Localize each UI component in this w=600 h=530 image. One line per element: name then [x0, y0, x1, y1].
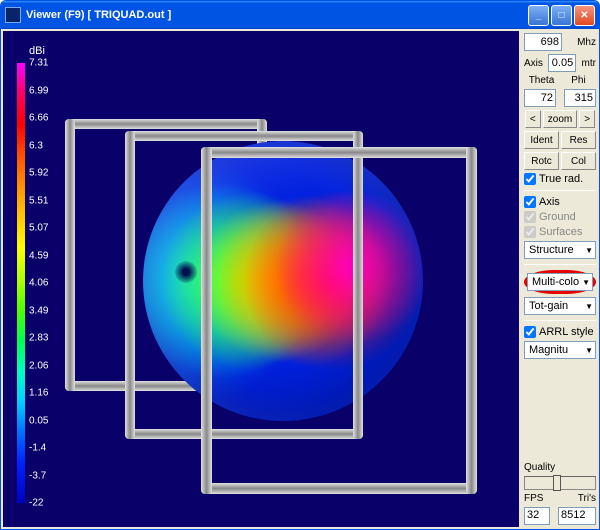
scale-tick: 2.06 [29, 360, 48, 371]
scale-tick: 5.51 [29, 195, 48, 206]
scale-tick: 4.59 [29, 250, 48, 261]
app-icon [5, 7, 21, 23]
color-scale-bar [17, 63, 25, 503]
divider [524, 190, 596, 191]
antenna-tube [201, 147, 212, 494]
divider [524, 320, 596, 321]
quality-label: Quality [524, 462, 596, 473]
window-buttons: _ □ ✕ [528, 5, 595, 26]
tris-value: 8512 [558, 507, 596, 525]
scale-tick: 5.92 [29, 168, 48, 179]
radiation-pattern-sphere [143, 141, 423, 421]
phi-label: Phi [561, 75, 596, 86]
highlight-annotation: Multi-colo▼ [524, 270, 596, 294]
fps-value: 32 [524, 507, 550, 525]
chevron-down-icon: ▼ [585, 246, 593, 255]
frequency-input[interactable] [524, 33, 562, 51]
chevron-down-icon: ▼ [585, 346, 593, 355]
scale-tick: 6.66 [29, 113, 48, 124]
tris-label: Tri's [561, 493, 596, 504]
divider [524, 264, 596, 265]
scale-tick: -3.7 [29, 470, 46, 481]
axis-unit-label: mtr [582, 58, 596, 69]
theta-input[interactable] [524, 89, 556, 107]
scale-tick: -1.4 [29, 443, 46, 454]
scale-tick: 1.16 [29, 388, 48, 399]
app-window: Viewer (F9) [ TRIQUAD.out ] _ □ ✕ dBi 7.… [0, 0, 600, 530]
antenna-tube [65, 119, 267, 129]
antenna-tube [65, 119, 75, 391]
scale-tick: 0.05 [29, 415, 48, 426]
frequency-unit-label: Mhz [577, 37, 596, 48]
zoom-in-button[interactable]: > [579, 110, 595, 128]
axis-input[interactable] [548, 54, 576, 72]
control-sidebar: Mhz Axis mtr Theta Phi < zoom > Ident [521, 29, 599, 529]
slider-thumb[interactable] [553, 475, 561, 491]
fps-label: FPS [524, 493, 559, 504]
rotc-button[interactable]: Rotc [524, 152, 559, 170]
zoom-label-button[interactable]: zoom [543, 110, 577, 128]
scale-tick: 6.3 [29, 140, 43, 151]
scale-tick: -22 [29, 498, 43, 509]
content-area: dBi 7.31 6.99 6.66 6.3 5.92 5.51 5.07 4.59 4.06 3… [1, 29, 599, 529]
phi-input[interactable] [564, 89, 596, 107]
col-button[interactable]: Col [561, 152, 596, 170]
antenna-tube [125, 131, 135, 439]
maximize-button[interactable]: □ [551, 5, 572, 26]
antenna-tube [466, 147, 477, 494]
antenna-tube [125, 131, 363, 141]
ground-checkbox: Ground [524, 211, 596, 223]
close-button[interactable]: ✕ [574, 5, 595, 26]
axis-checkbox[interactable]: Axis [524, 196, 596, 208]
true-rad-checkbox[interactable]: True rad. [524, 173, 596, 185]
zoom-out-button[interactable]: < [525, 110, 541, 128]
antenna-tube [201, 483, 477, 494]
res-button[interactable]: Res [561, 131, 596, 149]
antenna-tube [201, 147, 477, 158]
scale-tick: 6.99 [29, 85, 48, 96]
axis-label: Axis [524, 58, 543, 69]
titlebar[interactable]: Viewer (F9) [ TRIQUAD.out ] _ □ ✕ [1, 1, 599, 29]
chevron-down-icon: ▼ [582, 278, 590, 287]
3d-viewport[interactable]: dBi 7.31 6.99 6.66 6.3 5.92 5.51 5.07 4.59 4.06 3… [3, 31, 519, 527]
antenna-tube [353, 131, 363, 439]
scale-tick: 2.83 [29, 333, 48, 344]
antenna-tube [125, 429, 363, 439]
gain-type-select[interactable]: Tot-gain▼ [524, 297, 596, 315]
scale-unit-label: dBi [29, 45, 45, 57]
surfaces-checkbox: Surfaces [524, 226, 596, 238]
structure-select[interactable]: Structure▼ [524, 241, 596, 259]
chevron-down-icon: ▼ [585, 302, 593, 311]
scale-tick: 3.49 [29, 305, 48, 316]
scale-tick: 5.07 [29, 223, 48, 234]
magnitude-select[interactable]: Magnitu▼ [524, 341, 596, 359]
theta-label: Theta [524, 75, 559, 86]
arrl-style-checkbox[interactable]: ARRL style [524, 326, 596, 338]
quality-slider[interactable] [524, 476, 596, 490]
ident-button[interactable]: Ident [524, 131, 559, 149]
scale-tick: 7.31 [29, 58, 48, 69]
color-mode-select[interactable]: Multi-colo▼ [527, 273, 593, 291]
minimize-button[interactable]: _ [528, 5, 549, 26]
window-title: Viewer (F9) [ TRIQUAD.out ] [26, 9, 528, 21]
scale-tick: 4.06 [29, 278, 48, 289]
